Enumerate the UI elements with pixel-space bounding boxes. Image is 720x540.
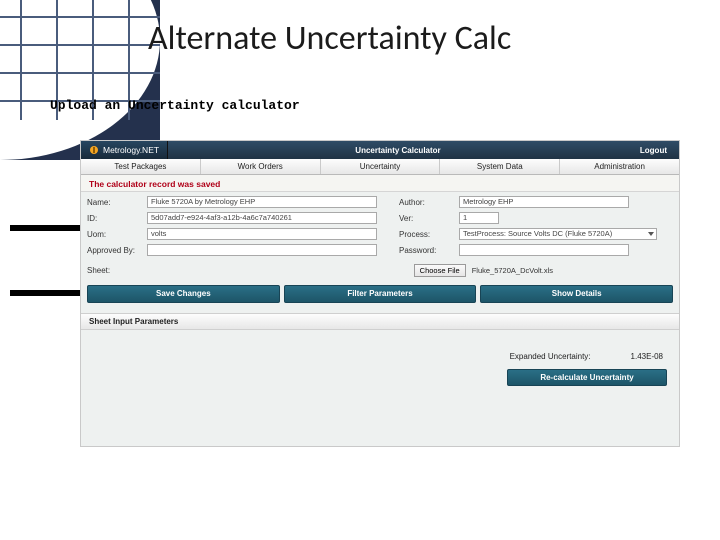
uom-label: Uom: [87,230,147,239]
calculator-form: Name: Fluke 5720A by Metrology EHP Autho… [81,192,679,313]
process-label: Process: [399,230,459,239]
saved-message: The calculator record was saved [81,175,679,192]
password-label: Password: [399,246,459,255]
tab-system-data[interactable]: System Data [440,159,560,174]
app-container: Metrology.NET Uncertainty Calculator Log… [80,140,680,447]
tab-work-orders[interactable]: Work Orders [201,159,321,174]
expanded-uncertainty-value: 1.43E-08 [631,352,663,361]
topbar-title: Uncertainty Calculator [168,146,628,155]
ver-label: Ver: [399,214,459,223]
annotation-arrow [10,290,82,296]
name-field[interactable]: Fluke 5720A by Metrology EHP [147,196,377,208]
sheet-params-header: Sheet Input Parameters [81,313,679,330]
tab-test-packages[interactable]: Test Packages [81,159,201,174]
recalculate-button[interactable]: Re-calculate Uncertainty [507,369,667,386]
filter-button[interactable]: Filter Parameters [284,285,477,303]
chosen-file-name: Fluke_5720A_DcVolt.xls [472,266,553,275]
sheet-label: Sheet: [87,266,147,275]
approvedby-field[interactable] [147,244,377,256]
author-label: Author: [399,198,459,207]
page-subtitle: Upload an Uncertainty calculator [50,98,300,113]
details-button[interactable]: Show Details [480,285,673,303]
nav-tabs: Test Packages Work Orders Uncertainty Sy… [81,159,679,175]
expanded-uncertainty-label: Expanded Uncertainty: [510,352,591,361]
process-select[interactable]: TestProcess: Source Volts DC (Fluke 5720… [459,228,657,240]
name-label: Name: [87,198,147,207]
password-field[interactable] [459,244,629,256]
choose-file-button[interactable]: Choose File [414,264,466,277]
tab-uncertainty[interactable]: Uncertainty [321,159,441,174]
save-button[interactable]: Save Changes [87,285,280,303]
uom-field[interactable]: volts [147,228,377,240]
results-area: Expanded Uncertainty: 1.43E-08 Re-calcul… [81,330,679,446]
topbar: Metrology.NET Uncertainty Calculator Log… [81,141,679,159]
ver-field[interactable]: 1 [459,212,499,224]
author-field[interactable]: Metrology EHP [459,196,629,208]
tab-administration[interactable]: Administration [560,159,679,174]
logout-button[interactable]: Logout [628,146,679,155]
brand-icon [89,145,99,155]
page-title: Alternate Uncertainty Calc [148,18,511,59]
annotation-arrow [10,225,82,231]
id-label: ID: [87,214,147,223]
id-field[interactable]: 5d07add7-e924-4af3-a12b-4a6c7a740261 [147,212,377,224]
brand-label: Metrology.NET [103,145,159,155]
brand[interactable]: Metrology.NET [81,141,168,159]
approvedby-label: Approved By: [87,246,147,255]
